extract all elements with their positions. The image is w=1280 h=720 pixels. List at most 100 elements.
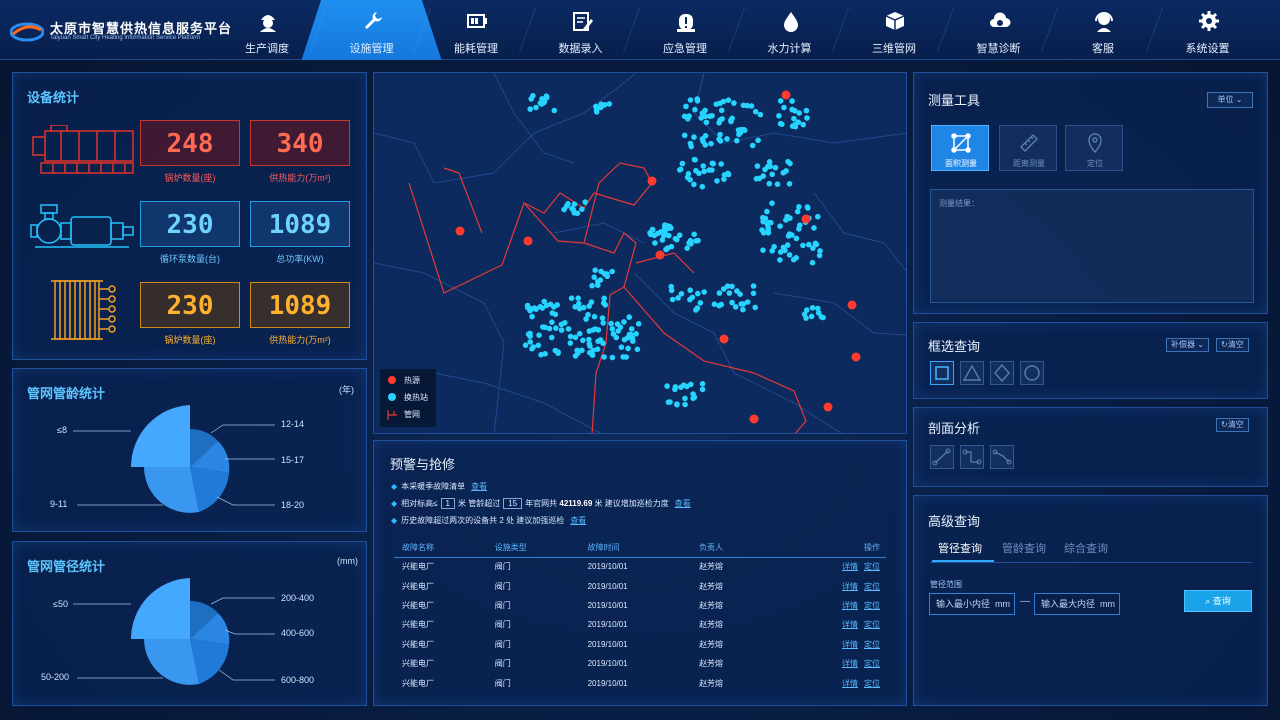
detail-link[interactable]: 详情 [842,582,858,591]
heat-station-marker[interactable] [697,300,704,306]
heat-station-marker[interactable] [734,288,740,294]
heat-station-marker[interactable] [760,230,767,236]
heat-station-marker[interactable] [684,383,690,390]
heat-station-marker[interactable] [554,302,560,308]
heat-station-marker[interactable] [720,98,727,105]
heat-station-marker[interactable] [575,295,581,301]
heat-station-marker[interactable] [740,301,747,307]
heat-station-marker[interactable] [803,107,810,114]
heat-station-marker[interactable] [749,142,756,149]
heat-station-marker[interactable] [688,143,694,150]
heat-station-marker[interactable] [621,319,627,325]
query-button[interactable]: ⌕ 查询 [1184,590,1252,612]
tab-diameter-query[interactable]: 管径查询 [938,540,982,556]
heat-station-marker[interactable] [731,100,737,106]
heat-station-marker[interactable] [686,113,692,119]
heat-station-marker[interactable] [766,180,773,187]
nav-item-5[interactable]: 水力计算 [738,0,842,60]
heat-station-marker[interactable] [785,158,791,165]
locate-link[interactable]: 定位 [864,620,880,629]
heat-station-marker[interactable] [580,337,586,344]
detail-link[interactable]: 详情 [842,620,858,629]
heat-station-marker[interactable] [804,307,810,313]
detail-link[interactable]: 详情 [842,659,858,668]
heat-station-marker[interactable] [558,327,565,333]
detail-link[interactable]: 详情 [842,679,858,688]
heat-station-marker[interactable] [796,204,802,210]
heat-station-marker[interactable] [781,104,787,111]
heat-station-marker[interactable] [549,319,555,325]
locate-link[interactable]: 定位 [864,659,880,668]
heat-station-marker[interactable] [635,321,642,327]
heat-station-marker[interactable] [595,278,601,285]
heat-station-marker[interactable] [590,327,596,333]
heat-station-marker[interactable] [553,325,559,331]
heat-station-marker[interactable] [567,340,574,346]
heat-station-marker[interactable] [683,103,689,110]
heat-station-marker[interactable] [755,137,761,144]
heat-station-marker[interactable] [536,332,542,339]
map-canvas[interactable] [374,73,907,434]
heat-station-marker[interactable] [738,126,745,133]
heat-station-marker[interactable] [783,168,789,174]
heat-station-marker[interactable] [668,283,674,290]
heat-station-marker[interactable] [535,342,542,349]
heat-station-marker[interactable] [732,304,739,310]
heat-station-marker[interactable] [809,259,816,266]
heat-station-marker[interactable] [530,93,536,99]
heat-station-marker[interactable] [716,302,722,309]
heat-station-marker[interactable] [568,295,575,301]
locate-link[interactable]: 定位 [864,601,880,610]
heat-station-marker[interactable] [618,344,625,351]
heat-source-marker[interactable] [647,176,657,186]
nav-item-0[interactable]: 生产调度 [215,0,319,60]
heat-station-marker[interactable] [634,346,641,353]
heat-source-marker[interactable] [781,90,791,100]
heat-station-marker[interactable] [684,245,690,251]
heat-station-marker[interactable] [549,334,555,341]
heat-station-marker[interactable] [718,107,725,114]
heat-station-marker[interactable] [551,107,558,114]
heat-station-marker[interactable] [701,289,707,295]
heat-station-marker[interactable] [609,354,616,361]
heat-station-marker[interactable] [794,208,801,215]
heat-station-marker[interactable] [565,201,571,207]
heat-station-marker[interactable] [599,315,606,321]
heat-station-marker[interactable] [716,290,723,296]
heat-station-marker[interactable] [580,304,587,311]
heat-station-marker[interactable] [766,159,773,165]
heat-station-marker[interactable] [815,213,821,220]
heat-station-marker[interactable] [777,257,783,263]
heat-station-marker[interactable] [672,386,678,393]
unit-select[interactable]: 单位 ⌄ [1207,92,1253,108]
detail-link[interactable]: 详情 [842,601,858,610]
heat-station-marker[interactable] [604,273,610,280]
max-diameter-input[interactable]: 输入最大内径 mm [1034,593,1120,615]
heat-station-marker[interactable] [701,168,707,175]
heat-station-marker[interactable] [714,178,720,184]
heat-station-marker[interactable] [796,110,802,116]
heat-station-marker[interactable] [699,386,706,393]
heat-station-marker[interactable] [740,306,746,313]
heat-station-marker[interactable] [574,347,580,354]
locate-tool[interactable]: 定位 [1065,125,1123,171]
heat-station-marker[interactable] [540,324,546,330]
heat-station-marker[interactable] [678,291,685,297]
heat-station-marker[interactable] [713,101,720,107]
heat-station-marker[interactable] [769,248,775,254]
heat-station-marker[interactable] [692,157,698,163]
heat-station-marker[interactable] [690,395,696,402]
heat-station-marker[interactable] [661,232,667,239]
heat-station-marker[interactable] [795,119,802,125]
heat-station-marker[interactable] [674,401,680,408]
heat-station-marker[interactable] [628,326,635,332]
heat-station-marker[interactable] [600,320,606,326]
heat-station-marker[interactable] [583,316,589,322]
heat-station-marker[interactable] [774,181,781,187]
heat-station-marker[interactable] [666,232,672,239]
heat-station-marker[interactable] [809,305,816,311]
heat-station-marker[interactable] [721,172,728,178]
warning-line-2-link[interactable]: 查看 [675,499,691,508]
heat-station-marker[interactable] [729,299,735,306]
heat-station-marker[interactable] [682,395,688,402]
